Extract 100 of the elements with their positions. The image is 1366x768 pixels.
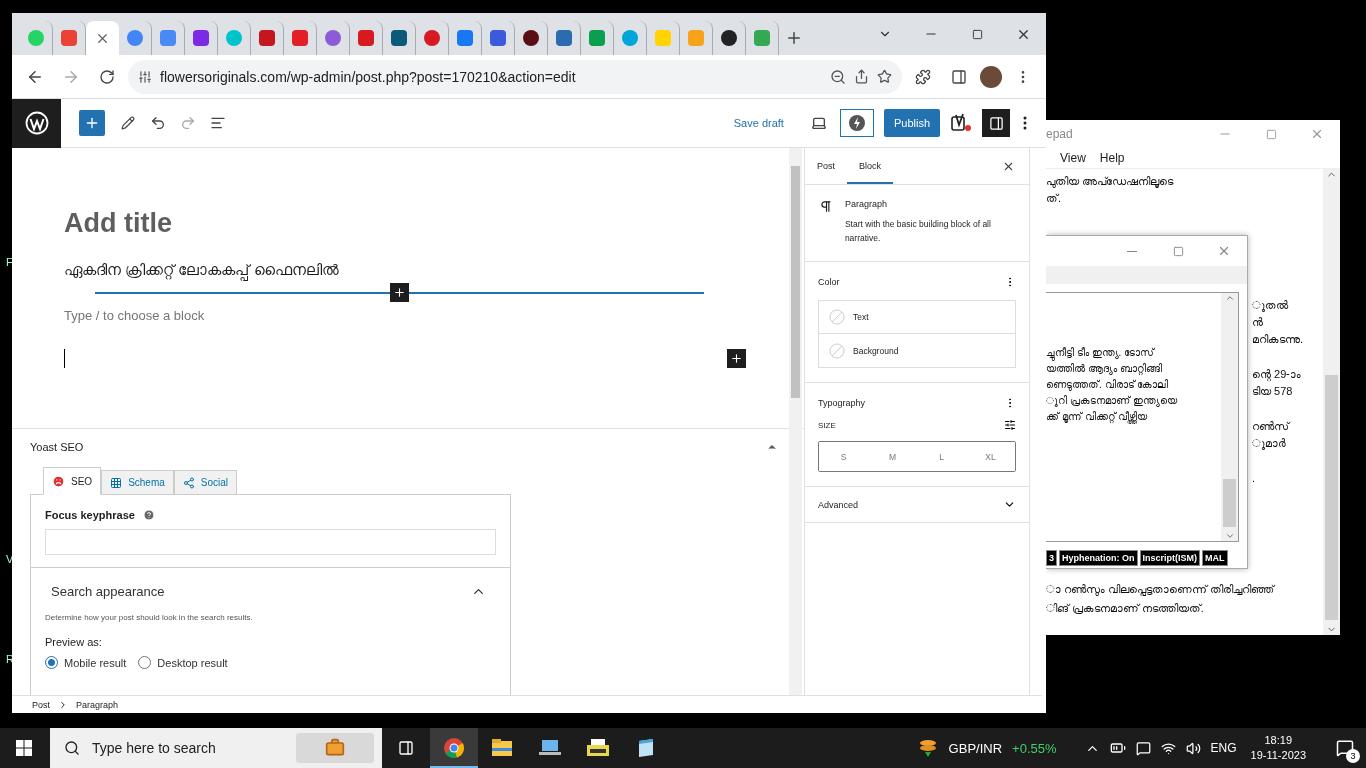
- block-description: Start with the basic building block of all narrative.: [844, 218, 992, 245]
- text-line: ിങ് പ്രകടനമാണ് നടത്തിയത്.: [1046, 602, 1204, 614]
- settings-toggle-button[interactable]: [982, 109, 1010, 137]
- scroll-up-icon[interactable]: [1224, 293, 1235, 303]
- breadcrumb-link[interactable]: Paragraph: [76, 699, 119, 710]
- maximize-icon: [1172, 245, 1184, 257]
- text-line: പുതിയ അപ്ഡേഷനിലൂടെ: [1046, 174, 1175, 190]
- status-segment: MAL: [1202, 550, 1228, 566]
- search-icon: [64, 740, 80, 756]
- briefcase-icon: [296, 733, 374, 763]
- scroll-thumb[interactable]: [1223, 479, 1236, 527]
- list-icon: [210, 115, 226, 131]
- sidebar-tab[interactable]: Post: [805, 148, 847, 184]
- laptop-icon: [810, 115, 827, 131]
- sidebar-tab[interactable]: Block: [847, 148, 894, 184]
- browser-taskbar-icon[interactable]: [430, 728, 478, 768]
- help-icon[interactable]: [142, 509, 155, 521]
- maximize-icon: [1265, 128, 1277, 140]
- radio-button[interactable]: [138, 656, 152, 669]
- plus-icon: [785, 29, 803, 47]
- text-line: ടിയ 578: [1252, 384, 1294, 399]
- scrollbar[interactable]: [1221, 293, 1238, 541]
- text-line: ത്.: [1046, 191, 1063, 206]
- text-line: ക്ക് മൂന്ന് വിക്കറ്റ് വീഴ്ത്തിയ: [1046, 410, 1149, 425]
- scroll-down-icon[interactable]: [1224, 531, 1235, 541]
- panel-title: Yoast SEO: [30, 441, 84, 453]
- pencil-icon: [121, 116, 135, 130]
- plus-icon: [84, 115, 100, 131]
- scrollbar[interactable]: [789, 148, 802, 695]
- keyphrase-field[interactable]: [45, 529, 496, 555]
- radio-button[interactable]: [45, 656, 58, 669]
- lightning-icon: [847, 114, 866, 132]
- insert-block-button[interactable]: [390, 283, 409, 302]
- wifi-icon[interactable]: [1160, 740, 1176, 756]
- section-description: Determine how your post should look in the search results.: [45, 613, 254, 622]
- section-title: Color: [818, 277, 840, 287]
- section-title: Typography: [818, 398, 866, 408]
- publish-button[interactable]: Publish: [883, 109, 940, 137]
- scrollbar[interactable]: [1323, 169, 1340, 635]
- add-block-button[interactable]: [727, 349, 746, 368]
- text-line: ൻ: [1252, 315, 1264, 330]
- task-view-icon: [398, 740, 414, 756]
- breadcrumb-link[interactable]: Post: [32, 699, 50, 710]
- redo-icon: [180, 115, 196, 131]
- save-draft-button[interactable]: Save draft: [727, 116, 790, 130]
- window-title: epad: [1046, 127, 1073, 141]
- text-cursor: [64, 349, 65, 368]
- profile-avatar[interactable]: [980, 65, 1002, 88]
- radio-option[interactable]: Mobile result: [45, 656, 127, 669]
- boost-button[interactable]: [839, 109, 874, 137]
- block-input-field[interactable]: Type / to choose a block: [64, 308, 205, 323]
- app-icon: [586, 738, 610, 758]
- title-field[interactable]: Add title: [64, 208, 734, 239]
- text-line: ുമാർ: [1252, 436, 1287, 452]
- scroll-thumb[interactable]: [1325, 375, 1338, 620]
- panel-tab[interactable]: Social: [173, 470, 238, 495]
- wordpress-logo-icon[interactable]: [12, 98, 61, 148]
- share-icon: [854, 69, 869, 84]
- paragraph-text: ഏകദിന ക്രിക്കറ്റ് ലോകകപ്പ് ഫൈനലിൽ: [64, 261, 734, 279]
- field-label: SIZE: [818, 420, 836, 430]
- battery-icon[interactable]: [1109, 740, 1126, 756]
- empty-swatch-icon: [829, 309, 845, 325]
- app-icon: [443, 737, 465, 759]
- text-line: ാ റൺസും വിലപ്പെട്ടതാണെന്ന് തിരിച്ചറിഞ്ഞ്: [1046, 583, 1274, 595]
- menu-item[interactable]: Help: [1099, 151, 1125, 165]
- section-title[interactable]: Advanced: [818, 499, 859, 510]
- status-segment: Hyphenation: On: [1059, 550, 1138, 566]
- panel-tab[interactable]: SEO: [43, 467, 102, 495]
- share-icon: [182, 476, 195, 489]
- text-line: യത്തിൽ ആദ്യം ബാറ്റിങ്ങി: [1046, 362, 1163, 377]
- status-segment: Inscript(ISM): [1139, 550, 1201, 566]
- chevron-icon: [58, 699, 68, 710]
- clock[interactable]: 18:19 19-11-2023: [1250, 733, 1306, 763]
- notification-button[interactable]: 3: [1330, 733, 1360, 763]
- text-line: ണെടുത്തത്. വിരാട് കോലി: [1046, 378, 1170, 393]
- search-field[interactable]: Type here to search: [50, 728, 382, 768]
- reload-icon: [99, 68, 115, 85]
- message-icon: [1336, 739, 1354, 757]
- side-panel-icon: [951, 68, 967, 85]
- more-icon: [1023, 116, 1027, 130]
- star-icon: [877, 69, 892, 84]
- text-line: ുറി പ്രകടനമാണ് ഇന്ത്യയെ: [1046, 394, 1179, 409]
- menu-item[interactable]: View: [1060, 151, 1086, 165]
- plus-icon: [730, 352, 743, 365]
- volume-icon[interactable]: [1185, 740, 1201, 756]
- text-line: ന്റെ 29-ാം: [1252, 367, 1303, 383]
- side-panel-icon: [988, 115, 1004, 131]
- price-change: +0.55%: [1012, 740, 1057, 756]
- sad-face-icon: [52, 474, 65, 488]
- radio-option[interactable]: Desktop result: [138, 656, 228, 669]
- language-indicator[interactable]: ENG: [1210, 741, 1237, 755]
- grid-icon: [110, 476, 123, 489]
- section-title: Search appearance: [51, 584, 165, 599]
- close-icon: [1310, 127, 1324, 141]
- address-bar[interactable]: flowersoriginals.com/wp-admin/post.php?post=170210&action=edit: [128, 59, 902, 94]
- text-line: .: [1252, 471, 1257, 486]
- field-label: Preview as:: [45, 636, 102, 648]
- panel-tab[interactable]: Schema: [101, 470, 174, 495]
- custom-size-button[interactable]: [1004, 419, 1016, 431]
- puzzle-icon: [915, 68, 931, 85]
